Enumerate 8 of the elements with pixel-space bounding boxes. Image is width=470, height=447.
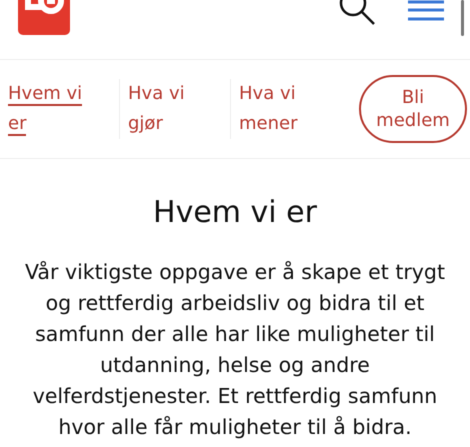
scrollbar[interactable] (461, 0, 464, 36)
join-button[interactable]: Bli medlem (359, 75, 467, 143)
nav-tab[interactable]: Hva vi gjør (128, 79, 210, 139)
nav-tab[interactable]: Hva vi mener (239, 79, 321, 139)
menu-icon[interactable] (408, 0, 444, 22)
page-heading: Hvem vi er (152, 195, 318, 231)
nav-tab[interactable]: Hvem vi er (8, 79, 90, 139)
intro-paragraph: Vår viktigste oppgave er å skape et trygt og rettferdig arbeidsliv og bidra til et samfunn der alle har like muligheter til utdanning, helse og andre velferdstjenester. Et rettferdig samfunn hvor alle får muligheter til å bidra. (24, 259, 446, 441)
